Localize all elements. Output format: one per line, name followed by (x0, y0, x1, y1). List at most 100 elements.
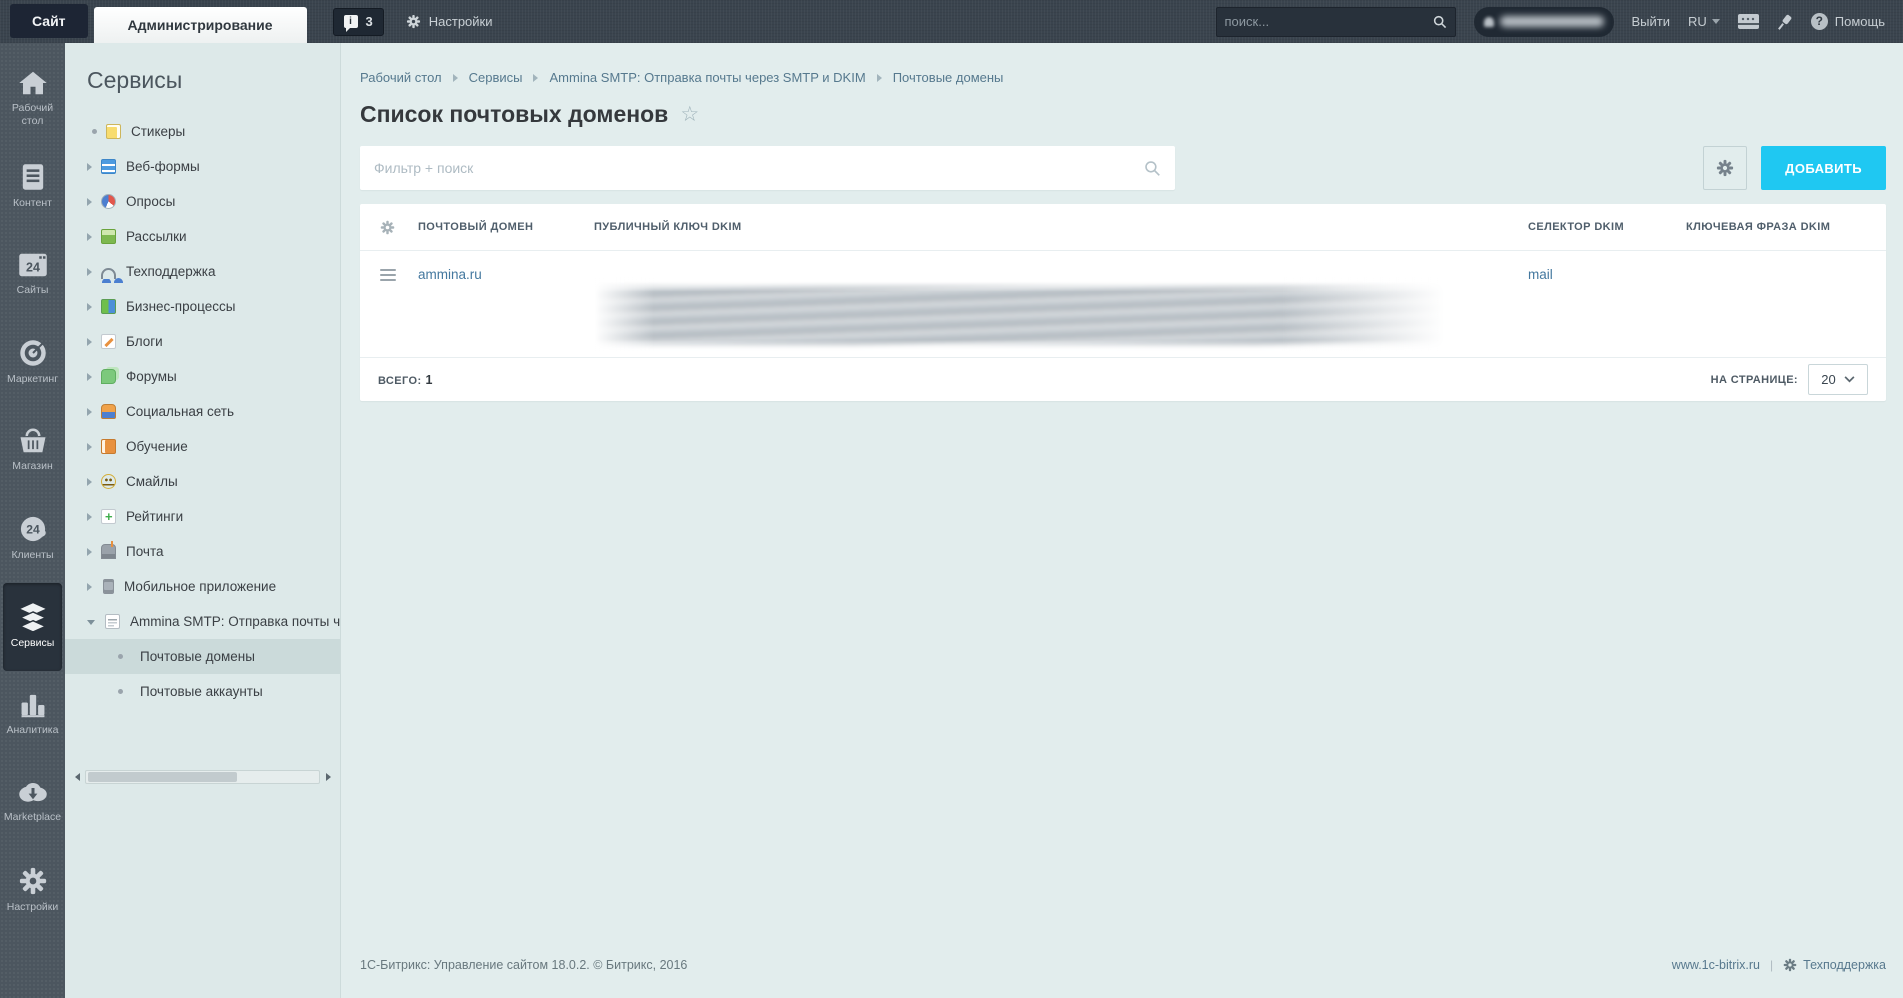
tab-admin[interactable]: Администрирование (93, 7, 307, 43)
expand-arrow-icon[interactable] (87, 302, 92, 311)
language-label: RU (1688, 14, 1707, 29)
sidebar-item-services[interactable]: Сервисы (3, 583, 62, 671)
per-page-select[interactable]: 20 (1808, 364, 1868, 395)
breadcrumb: Рабочий стол Сервисы Ammina SMTP: Отправ… (360, 43, 1886, 85)
gear-icon (1783, 958, 1797, 972)
sidebar-item-settings[interactable]: Настройки (3, 847, 62, 935)
notifications-button[interactable]: i 3 (332, 7, 384, 36)
breadcrumb-services[interactable]: Сервисы (469, 70, 523, 85)
menu-item-stickers[interactable]: Стикеры (65, 114, 340, 149)
sidebar-item-shop[interactable]: Магазин (3, 407, 62, 495)
bitrix-site-link[interactable]: www.1c-bitrix.ru (1672, 958, 1760, 972)
expand-arrow-icon[interactable] (87, 442, 92, 451)
chevron-down-icon (1844, 376, 1855, 383)
basket-icon (20, 428, 45, 453)
table-row: ammina.ru mail (360, 251, 1886, 357)
sidebar-item-analytics[interactable]: Аналитика (3, 671, 62, 759)
collapse-arrow-icon[interactable] (87, 620, 95, 625)
table-settings-gear[interactable] (360, 220, 418, 235)
search-icon[interactable] (1433, 15, 1447, 29)
expand-arrow-icon[interactable] (87, 232, 92, 241)
sidebar-item-sites[interactable]: 24 Сайты (3, 231, 62, 319)
sidebar-item-marketing[interactable]: Маркетинг (3, 319, 62, 407)
expand-arrow-icon[interactable] (87, 372, 92, 381)
menu-item-mobile[interactable]: Мобильное приложение (65, 569, 340, 604)
toolbar: ДОБАВИТЬ (360, 146, 1886, 190)
scroll-left-icon[interactable] (71, 770, 83, 784)
ratings-icon (101, 509, 116, 524)
menu-item-ammina-smtp[interactable]: Ammina SMTP: Отправка почты ч (65, 604, 340, 639)
add-button[interactable]: ДОБАВИТЬ (1761, 146, 1886, 190)
sidebar-item-content[interactable]: Контент (3, 143, 62, 231)
filter-search-input[interactable] (374, 160, 1144, 176)
expand-arrow-icon[interactable] (87, 407, 92, 416)
scroll-right-icon[interactable] (322, 770, 334, 784)
scrollbar-thumb[interactable] (88, 772, 238, 782)
menu-item-webforms[interactable]: Веб-формы (65, 149, 340, 184)
gear-icon (1717, 159, 1734, 177)
pin-icon[interactable] (1777, 14, 1793, 30)
search-icon[interactable] (1144, 160, 1161, 177)
hotkeys-keyboard-icon[interactable] (1737, 14, 1759, 29)
scrollbar-track[interactable] (85, 770, 320, 784)
copyright-text: 1С-Битрикс: Управление сайтом 18.0.2. © … (360, 958, 688, 972)
topbar-settings-button[interactable]: Настройки (406, 14, 493, 29)
menu-item-support[interactable]: Техподдержка (65, 254, 340, 289)
cell-domain[interactable]: ammina.ru (418, 251, 594, 282)
menu-item-mail-domains[interactable]: Почтовые домены (65, 639, 340, 674)
support-link[interactable]: Техподдержка (1783, 958, 1886, 972)
menu-item-newsletter[interactable]: Рассылки (65, 219, 340, 254)
breadcrumb-mail-domains[interactable]: Почтовые домены (893, 70, 1004, 85)
menu-item-blogs[interactable]: Блоги (65, 324, 340, 359)
menu-item-bizproc[interactable]: Бизнес-процессы (65, 289, 340, 324)
sidebar-item-marketplace[interactable]: Marketplace (3, 759, 62, 847)
breadcrumb-desktop[interactable]: Рабочий стол (360, 70, 442, 85)
document-icon (22, 164, 43, 191)
sidebar-item-clients[interactable]: 24 Клиенты (3, 495, 62, 583)
expand-arrow-icon[interactable] (87, 547, 92, 556)
menu-panel: Сервисы Стикеры Веб-формы Опросы Рассылк… (65, 43, 341, 998)
user-avatar (1483, 16, 1494, 27)
menu-item-smiles[interactable]: Смайлы (65, 464, 340, 499)
topbar: Сайт Администрирование i 3 Настройки Вый… (0, 0, 1903, 43)
topbar-search-input[interactable] (1224, 14, 1433, 29)
main-content: Рабочий стол Сервисы Ammina SMTP: Отправ… (341, 43, 1903, 998)
breadcrumb-ammina-smtp[interactable]: Ammina SMTP: Отправка почты через SMTP и… (549, 70, 865, 85)
help-button[interactable]: ? Помощь (1810, 13, 1885, 30)
menu-item-ratings[interactable]: Рейтинги (65, 499, 340, 534)
menu-item-mail-accounts[interactable]: Почтовые аккаунты (65, 674, 340, 709)
favorite-star-icon[interactable]: ☆ (680, 104, 699, 125)
expand-arrow-icon[interactable] (87, 337, 92, 346)
logout-link[interactable]: Выйти (1632, 14, 1671, 29)
tab-site[interactable]: Сайт (10, 4, 88, 38)
expand-arrow-icon[interactable] (87, 512, 92, 521)
expand-arrow-icon[interactable] (87, 162, 92, 171)
column-header-domain[interactable]: ПОЧТОВЫЙ ДОМЕН (418, 221, 594, 233)
polls-icon (101, 194, 116, 209)
menu-item-social[interactable]: Социальная сеть (65, 394, 340, 429)
menu-item-mail[interactable]: Почта (65, 534, 340, 569)
bizproc-icon (101, 299, 116, 314)
user-menu-button[interactable] (1473, 6, 1614, 37)
expand-arrow-icon[interactable] (87, 197, 92, 206)
svg-text:24: 24 (26, 261, 40, 275)
language-selector[interactable]: RU (1688, 14, 1720, 29)
column-header-dkim-phrase[interactable]: КЛЮЧЕВАЯ ФРАЗА DKIM (1686, 221, 1886, 233)
sidebar-item-desktop[interactable]: Рабочий стол (3, 55, 62, 143)
row-actions-menu-icon[interactable] (360, 251, 418, 284)
menu-item-polls[interactable]: Опросы (65, 184, 340, 219)
blog-icon (101, 334, 116, 349)
grid-settings-button[interactable] (1703, 146, 1748, 190)
mobile-icon (103, 579, 114, 594)
menu-item-forums[interactable]: Форумы (65, 359, 340, 394)
menu-item-learning[interactable]: Обучение (65, 429, 340, 464)
expand-arrow-icon[interactable] (87, 477, 92, 486)
column-header-dkim-selector[interactable]: СЕЛЕКТОР DKIM (1528, 221, 1686, 233)
cell-dkim-key (594, 251, 1528, 351)
bar-chart-icon (21, 695, 44, 718)
expand-arrow-icon[interactable] (87, 267, 92, 276)
social-icon (101, 404, 116, 419)
per-page-label: НА СТРАНИЦЕ: (1710, 373, 1798, 386)
column-header-dkim-key[interactable]: ПУБЛИЧНЫЙ КЛЮЧ DKIM (594, 221, 1528, 233)
expand-arrow-icon[interactable] (87, 582, 92, 591)
